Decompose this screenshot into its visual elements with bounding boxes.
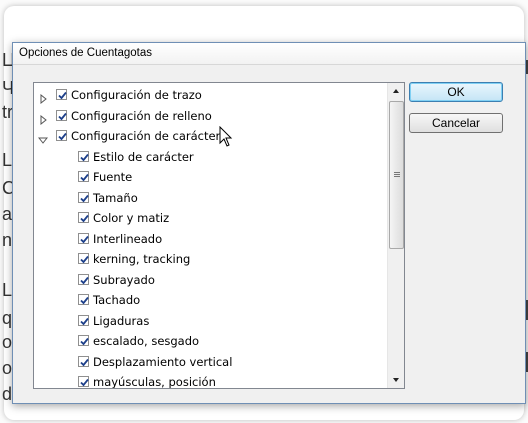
collapsed-arrow-icon[interactable] (38, 111, 48, 125)
option-label: Estilo de carácter (93, 149, 194, 164)
option-label: Fuente (93, 170, 133, 184)
tree-option-row[interactable]: escalado, sesgado (34, 331, 384, 351)
option-checkbox[interactable] (78, 212, 89, 223)
option-label: Configuración de trazo (71, 88, 202, 102)
tree-option-row[interactable]: Fuente (34, 167, 384, 187)
option-checkbox[interactable] (56, 109, 67, 121)
background-glyph: L (2, 280, 13, 300)
tree-group-row[interactable]: Configuración de trazo (34, 85, 384, 105)
vertical-scrollbar[interactable] (387, 83, 404, 388)
tree-option-row[interactable]: Ligaduras (34, 311, 384, 331)
option-label: Configuración de carácter (71, 129, 221, 143)
dialog-title: Opciones de Cuentagotas (13, 43, 525, 65)
eyedropper-options-dialog: Opciones de Cuentagotas Configuración de… (12, 42, 526, 404)
option-label: Color y matiz (93, 211, 170, 225)
scrollbar-thumb[interactable] (389, 101, 404, 249)
tree-group-row[interactable]: Configuración de relleno (34, 106, 384, 126)
tree-option-row[interactable]: Estilo de carácter (34, 147, 384, 167)
tree-option-row[interactable]: Desplazamiento vertical (34, 352, 384, 372)
collapsed-arrow-icon[interactable] (38, 90, 48, 105)
tree-option-row[interactable]: mayúsculas, posición (34, 372, 384, 389)
option-checkbox[interactable] (78, 191, 89, 203)
tree-option-row[interactable]: kerning, tracking (34, 249, 384, 269)
option-label: Tachado (93, 293, 141, 307)
background-glyph: L (2, 150, 13, 170)
option-checkbox[interactable] (78, 355, 89, 367)
option-checkbox[interactable] (78, 273, 89, 285)
option-label: Ligaduras (93, 313, 150, 328)
tree-option-row[interactable]: Interlineado (34, 229, 384, 249)
expanded-arrow-icon[interactable] (37, 131, 49, 144)
background-glyph: d (2, 384, 13, 404)
background-glyph: n (2, 230, 13, 250)
option-checkbox[interactable] (78, 232, 89, 244)
background-glyph: o (2, 358, 13, 378)
option-checkbox[interactable] (78, 376, 89, 387)
option-checkbox[interactable] (78, 314, 89, 326)
option-checkbox[interactable] (56, 89, 67, 100)
background-text-fragments: Ц Чtr L Сa n Lq o o d (0, 40, 15, 420)
option-label: mayúsculas, posición (93, 375, 216, 389)
option-checkbox[interactable] (78, 294, 89, 305)
background-glyph: o (2, 332, 13, 352)
option-checkbox[interactable] (78, 150, 89, 162)
tree-option-row[interactable]: Subrayado (34, 270, 384, 290)
ok-button[interactable]: OK (409, 82, 503, 102)
option-label: Subrayado (93, 272, 155, 287)
option-checkbox[interactable] (56, 130, 67, 141)
option-label: Configuración de relleno (71, 108, 212, 123)
scroll-down-button[interactable] (388, 372, 404, 388)
tree-option-row[interactable]: Tamaño (34, 188, 384, 208)
mouse-pointer-icon (219, 125, 233, 152)
option-label: escalado, sesgado (93, 334, 200, 348)
option-label: Desplazamiento vertical (93, 354, 233, 369)
cancel-button[interactable]: Cancelar (409, 113, 503, 133)
option-checkbox[interactable] (78, 253, 89, 264)
option-checkbox[interactable] (78, 171, 89, 182)
option-label: Interlineado (93, 231, 163, 246)
tree-option-row[interactable]: Tachado (34, 290, 384, 310)
option-label: Tamaño (93, 190, 138, 205)
background-glyph: q (2, 308, 13, 328)
option-checkbox[interactable] (78, 335, 89, 346)
background-glyph: a (2, 204, 13, 224)
option-label: kerning, tracking (93, 252, 191, 266)
tree-group-row[interactable]: Configuración de carácter (34, 126, 384, 146)
tree-option-row[interactable]: Color y matiz (34, 208, 384, 228)
scroll-up-button[interactable] (388, 83, 404, 99)
